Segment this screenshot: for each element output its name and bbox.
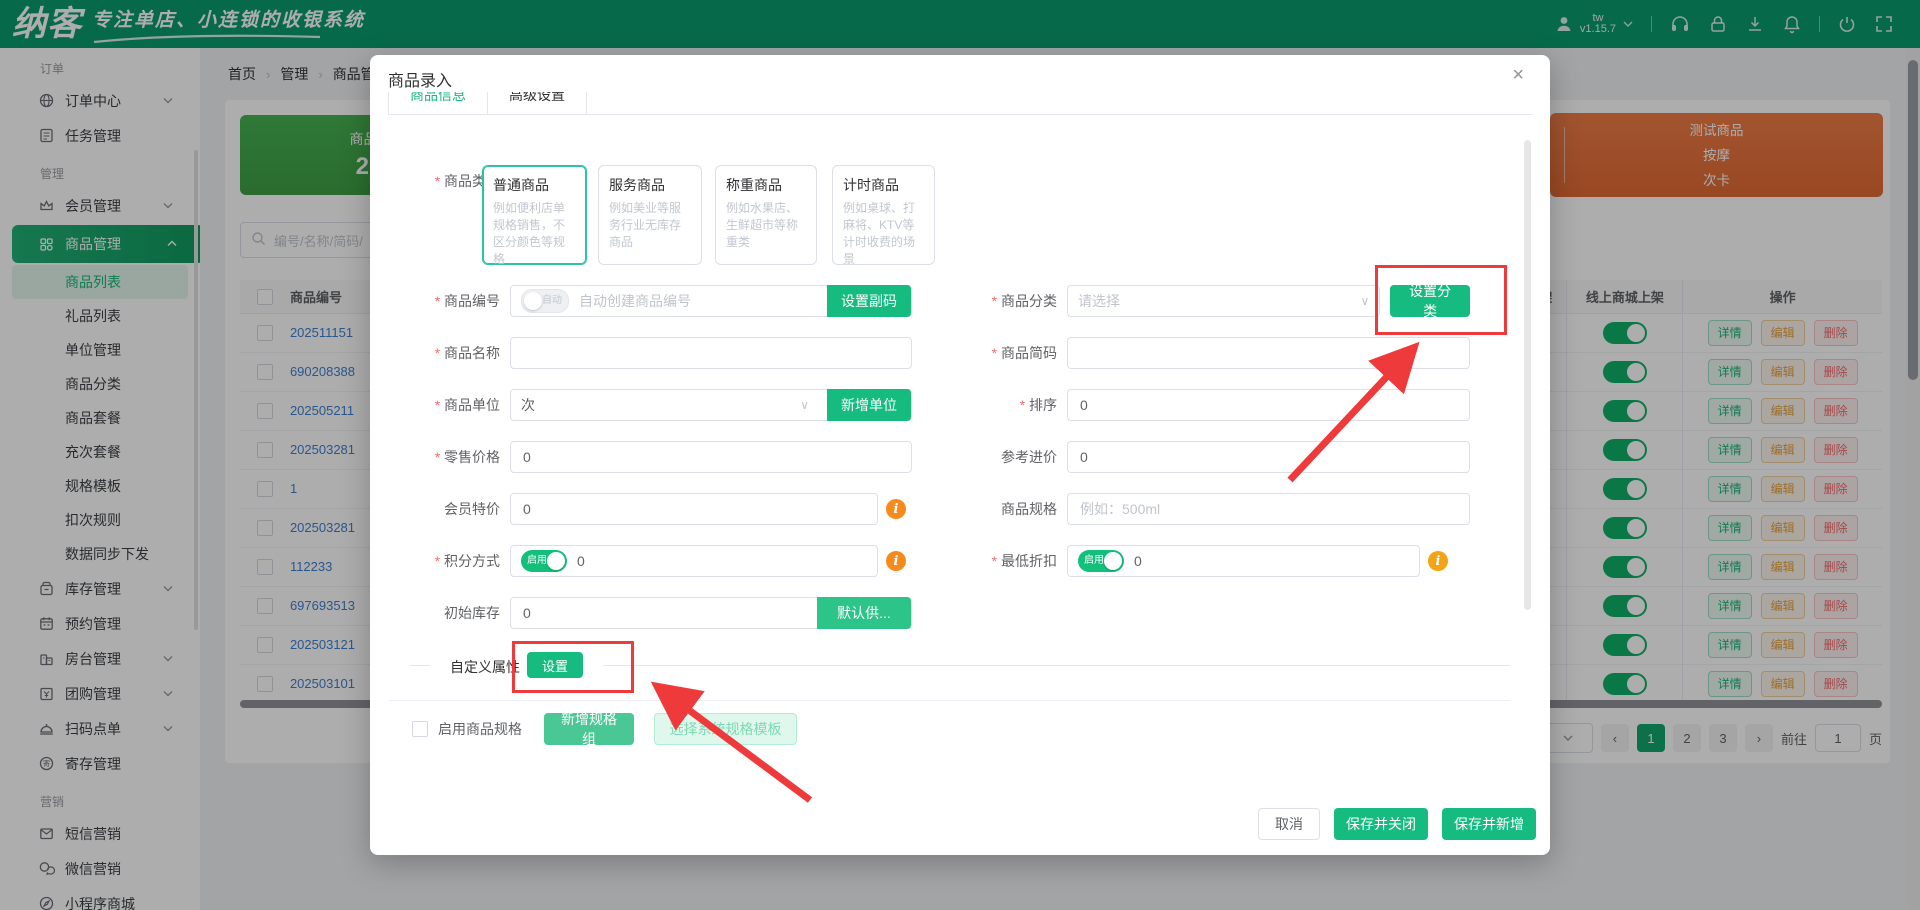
short-code-field[interactable] [1067,337,1470,369]
points-field[interactable]: 启用 [510,545,878,577]
highlight-box-set-category [1375,265,1507,335]
info-icon[interactable]: i [1428,551,1448,571]
product-entry-modal: 商品录入 × 商品信息 高级设置 商品类型 普通商品例如便利店单规格销售，不区分… [370,55,1550,855]
member-price-field[interactable] [510,493,878,525]
divider [410,665,430,666]
divider [603,665,1510,666]
modal-scrollbar[interactable] [1524,140,1531,610]
field-label-points: 积分方式 [370,551,510,571]
field-label-ref-price: 参考进价 [927,447,1067,467]
spec-field[interactable] [1067,493,1470,525]
field-label-retail-price: 零售价格 [370,447,510,467]
enable-spec-checkbox[interactable] [412,721,428,737]
field-label-category: 商品分类 [927,291,1067,311]
sort-input[interactable] [1078,396,1459,414]
choose-spec-template-button[interactable]: 选择系统规格模板 [654,713,797,745]
min-discount-field[interactable]: 启用 [1067,545,1420,577]
init-stock-field[interactable]: 默认供... [510,597,912,629]
member-price-input[interactable] [521,500,867,518]
enable-spec-label: 启用商品规格 [438,719,522,739]
modal-title: 商品录入 [388,67,452,91]
chevron-down-icon: ∨ [1361,294,1370,308]
points-toggle[interactable]: 启用 [521,550,567,572]
product-type-card[interactable]: 计时商品例如桌球、打麻将、KTV等计时收费的场景 [832,165,935,265]
save-new-button[interactable]: 保存并新增 [1442,808,1536,840]
field-label-init-stock: 初始库存 [370,603,510,623]
custom-attr-label: 自定义属性 [450,657,520,677]
ref-price-input[interactable] [1078,448,1459,466]
category-select[interactable]: 请选择 ∨ [1067,285,1380,317]
info-icon[interactable]: i [886,499,906,519]
min-discount-toggle[interactable]: 启用 [1078,550,1124,572]
modal-tabs: 商品信息 高级设置 [388,92,1532,115]
spec-input[interactable] [1078,500,1459,518]
ref-price-field[interactable] [1067,441,1470,473]
set-subcode-button[interactable]: 设置副码 [827,285,911,317]
product-code-input[interactable] [577,292,819,310]
save-close-button[interactable]: 保存并关闭 [1334,808,1428,840]
product-type-card[interactable]: 普通商品例如便利店单规格销售，不区分颜色等规格 [482,165,587,265]
retail-price-input[interactable] [521,448,901,466]
field-label-short-code: 商品简码 [927,343,1067,363]
info-icon[interactable]: i [886,551,906,571]
product-name-field[interactable] [510,337,912,369]
tab-product-info[interactable]: 商品信息 [388,92,488,114]
min-discount-input[interactable] [1132,552,1409,570]
product-code-field[interactable]: 自动 设置副码 [510,285,912,317]
retail-price-field[interactable] [510,441,912,473]
add-spec-group-button[interactable]: 新增规格组 [544,713,634,745]
field-label-unit: 商品单位 [370,395,510,415]
add-unit-button[interactable]: 新增单位 [827,389,911,421]
unit-select[interactable]: 次 ∨ 新增单位 [510,389,912,421]
close-icon[interactable]: × [1512,65,1524,85]
highlight-box-custom-attr [512,641,634,693]
field-label-member-price: 会员特价 [370,499,510,519]
field-label-code: 商品编号 [370,291,510,311]
cancel-button[interactable]: 取消 [1258,808,1320,840]
field-label-spec: 商品规格 [927,499,1067,519]
field-label-min-discount: 最低折扣 [927,551,1067,571]
field-label-name: 商品名称 [370,343,510,363]
field-label-sort: 排序 [927,395,1067,415]
points-input[interactable] [575,552,867,570]
auto-code-toggle[interactable]: 自动 [521,289,569,313]
product-type-card[interactable]: 称重商品例如水果店、生鲜超市等称重类 [715,165,817,265]
tab-advanced-settings[interactable]: 高级设置 [488,92,587,114]
product-type-card[interactable]: 服务商品例如美业等服务行业无库存商品 [598,165,702,265]
short-code-input[interactable] [1078,344,1459,362]
app-root: 纳客 专注单店、小连锁的收银系统 tw v1.15.7 [0,0,1920,910]
divider [388,700,1510,701]
sort-field[interactable] [1067,389,1470,421]
init-stock-input[interactable] [521,604,809,622]
product-name-input[interactable] [521,344,901,362]
default-supplier-button[interactable]: 默认供... [817,597,911,629]
chevron-down-icon: ∨ [800,398,809,412]
